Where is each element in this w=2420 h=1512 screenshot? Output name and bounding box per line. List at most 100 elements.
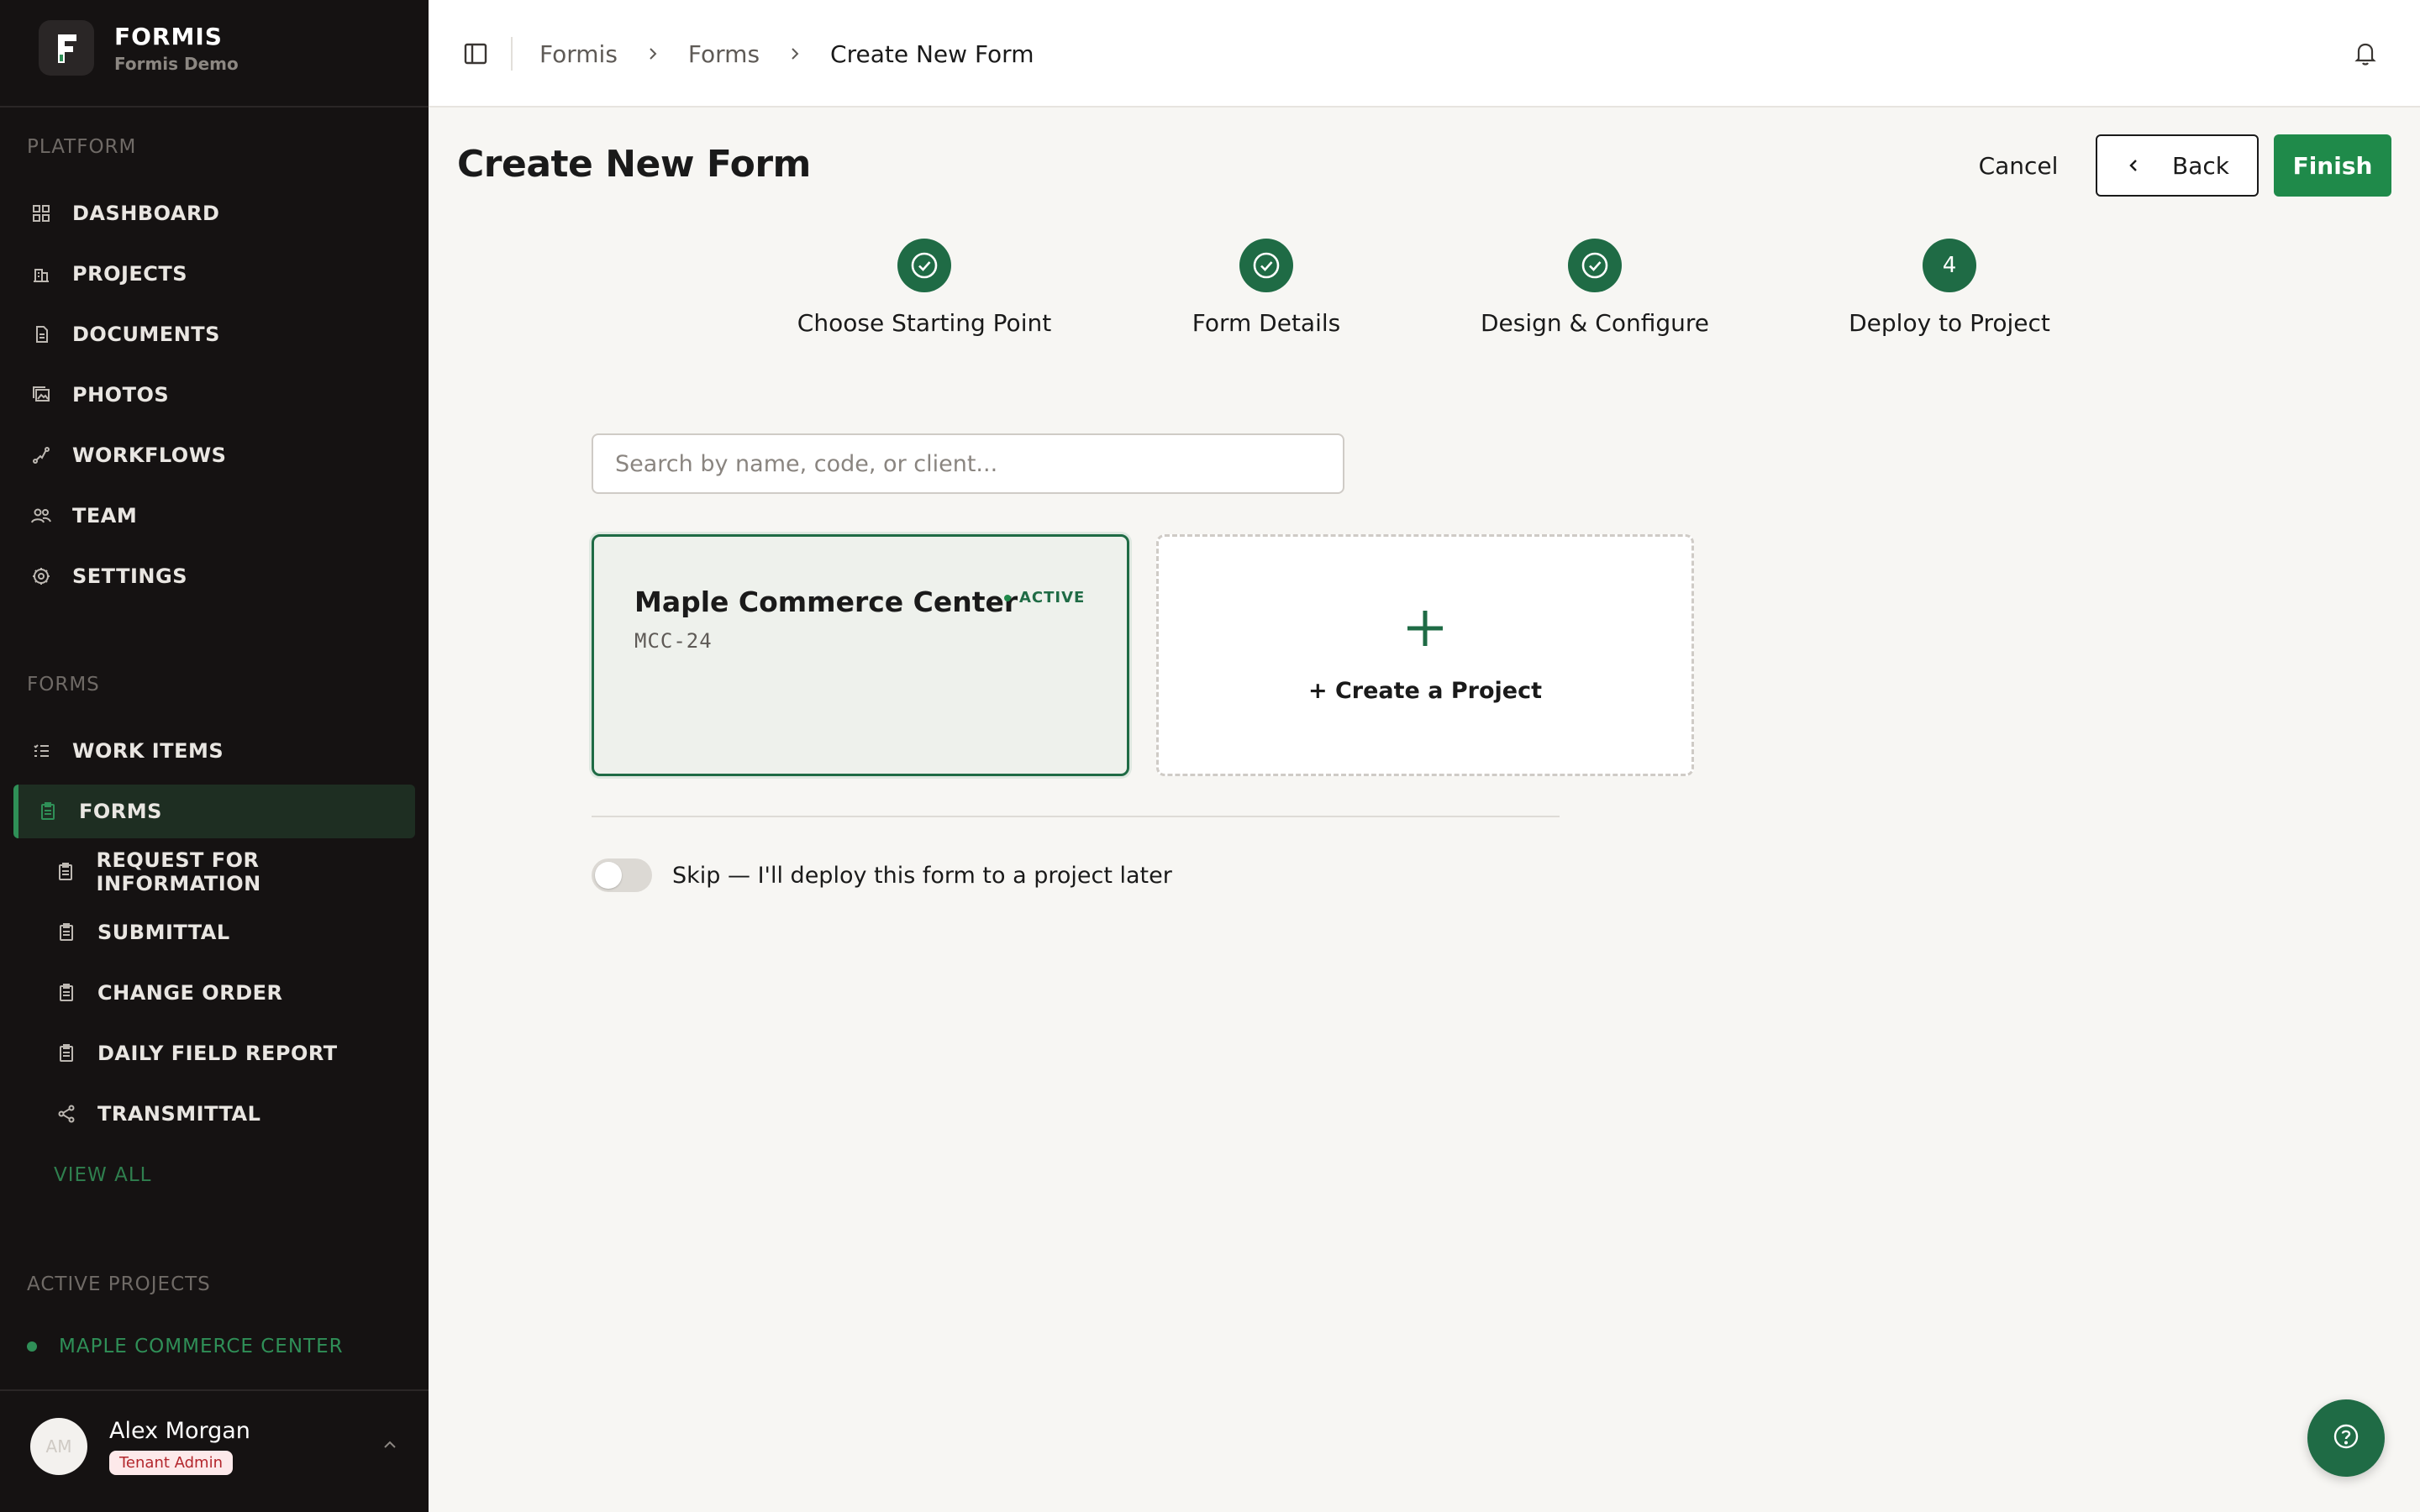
step-label: Choose Starting Point [797, 309, 1052, 337]
plus-icon [1402, 606, 1448, 654]
create-project-label: + Create a Project [1307, 678, 1543, 704]
sidebar-item-label: WORK ITEMS [72, 739, 224, 763]
skip-toggle[interactable] [592, 858, 652, 892]
chevron-right-icon [786, 45, 803, 62]
sidebar: FORMIS Formis Demo PLATFORM DASHBOARD PR… [0, 0, 429, 1512]
finish-button[interactable]: Finish [2274, 134, 2391, 197]
project-code: MCC-24 [634, 629, 713, 653]
clipboard-icon [54, 920, 79, 945]
brand[interactable]: FORMIS Formis Demo [39, 18, 239, 77]
sidebar-item-label: SUBMITTAL [97, 921, 230, 944]
view-all-link[interactable]: VIEW ALL [54, 1164, 151, 1186]
project-card-selected[interactable]: Maple Commerce Center MCC-24 ACTIVE [592, 534, 1129, 776]
toolbar-divider [511, 37, 513, 71]
building-icon [29, 261, 54, 286]
status-dot-icon [1004, 594, 1011, 601]
clipboard-icon [35, 799, 60, 824]
sidebar-item-label: CHANGE ORDER [97, 981, 283, 1005]
sidebar-item-label: REQUEST FOR INFORMATION [96, 848, 261, 895]
sidebar-item-forms[interactable]: FORMS [13, 785, 415, 838]
step-number: 4 [1923, 239, 1976, 292]
sidebar-active-project[interactable]: MAPLE COMMERCE CENTER [27, 1336, 344, 1357]
sidebar-item-documents[interactable]: DOCUMENTS [13, 307, 415, 361]
sidebar-item-daily-field-report[interactable]: DAILY FIELD REPORT [39, 1026, 415, 1080]
sidebar-divider [0, 106, 429, 108]
status-badge-label: ACTIVE [1019, 589, 1086, 606]
sidebar-item-projects[interactable]: PROJECTS [13, 247, 415, 301]
sidebar-item-photos[interactable]: PHOTOS [13, 368, 415, 422]
clipboard-icon [54, 859, 78, 885]
document-icon [29, 322, 54, 347]
sidebar-divider [0, 1389, 429, 1391]
breadcrumb-item-formis[interactable]: Formis [539, 40, 618, 68]
sidebar-item-label: PROJECTS [72, 262, 188, 286]
breadcrumb: Formis Forms Create New Form [539, 37, 1034, 71]
user-menu[interactable]: AM Alex Morgan Tenant Admin [30, 1418, 400, 1475]
formis-logo-icon [39, 20, 94, 76]
avatar: AM [30, 1418, 87, 1475]
section-divider [592, 816, 1560, 817]
step-choose-starting-point[interactable]: Choose Starting Point [773, 239, 1076, 337]
sidebar-item-team[interactable]: TEAM [13, 489, 415, 543]
chevron-left-icon [2125, 157, 2142, 174]
sidebar-active-project-label: MAPLE COMMERCE CENTER [59, 1336, 344, 1357]
check-circle-icon [1239, 239, 1293, 292]
check-circle-icon [897, 239, 951, 292]
gear-icon [29, 564, 54, 589]
project-name: Maple Commerce Center [634, 585, 1018, 618]
grid-icon [29, 201, 54, 226]
sidebar-item-label: SETTINGS [72, 564, 187, 588]
question-circle-icon [2331, 1421, 2361, 1455]
sidebar-item-settings[interactable]: SETTINGS [13, 549, 415, 603]
breadcrumb-item-current: Create New Form [830, 39, 1034, 68]
chevron-up-icon[interactable] [380, 1435, 400, 1458]
brand-name: FORMIS [114, 22, 223, 50]
sidebar-item-submittal[interactable]: SUBMITTAL [39, 906, 415, 959]
sidebar-item-label: DASHBOARD [72, 202, 220, 225]
toggle-knob [595, 862, 622, 889]
sidebar-item-label: TEAM [72, 504, 138, 528]
breadcrumb-item-forms[interactable]: Forms [688, 40, 760, 68]
sidebar-item-dashboard[interactable]: DASHBOARD [13, 186, 415, 240]
sidebar-item-label: WORKFLOWS [72, 444, 227, 467]
back-button[interactable]: Back [2096, 134, 2259, 197]
chevron-right-icon [644, 45, 661, 62]
sidebar-item-label: DAILY FIELD REPORT [97, 1042, 338, 1065]
step-label: Form Details [1192, 309, 1341, 337]
bell-icon[interactable] [2351, 39, 2380, 71]
page-title: Create New Form [457, 143, 811, 186]
sidebar-item-label: TRANSMITTAL [97, 1102, 261, 1126]
sidebar-item-label: FORMS [79, 800, 162, 823]
sidebar-item-change-order[interactable]: CHANGE ORDER [39, 966, 415, 1020]
project-search-input[interactable] [592, 433, 1344, 494]
step-form-details[interactable]: Form Details [1115, 239, 1418, 337]
photos-icon [29, 382, 54, 407]
user-role-badge: Tenant Admin [109, 1451, 234, 1475]
step-label: Design & Configure [1480, 309, 1709, 337]
clipboard-icon [54, 980, 79, 1005]
platform-section-label: PLATFORM [27, 136, 137, 158]
workflow-icon [29, 443, 54, 468]
sidebar-item-request-for-information[interactable]: REQUEST FOR INFORMATION [39, 845, 415, 899]
cancel-button[interactable]: Cancel [1966, 134, 2070, 197]
forms-section-label: FORMS [27, 674, 100, 696]
step-deploy-to-project[interactable]: 4 Deploy to Project [1798, 239, 2101, 337]
status-badge: ACTIVE [1004, 589, 1085, 606]
back-button-label: Back [2172, 151, 2229, 180]
check-circle-icon [1568, 239, 1622, 292]
top-bar: Formis Forms Create New Form [429, 0, 2420, 108]
status-dot-icon [27, 1341, 37, 1352]
brand-subtitle: Formis Demo [114, 53, 239, 74]
sidebar-item-work-items[interactable]: WORK ITEMS [13, 724, 415, 778]
list-icon [29, 738, 54, 764]
sidebar-item-workflows[interactable]: WORKFLOWS [13, 428, 415, 482]
create-project-card[interactable]: + Create a Project [1156, 534, 1694, 776]
clipboard-icon [54, 1041, 79, 1066]
sidebar-toggle-icon[interactable] [462, 40, 489, 71]
sidebar-item-transmittal[interactable]: TRANSMITTAL [39, 1087, 415, 1141]
help-button[interactable] [2307, 1399, 2385, 1477]
active-projects-section-label: ACTIVE PROJECTS [27, 1273, 211, 1295]
share-icon [54, 1101, 79, 1126]
skip-toggle-label[interactable]: Skip — I'll deploy this form to a projec… [672, 863, 1172, 889]
step-design-configure[interactable]: Design & Configure [1444, 239, 1746, 337]
